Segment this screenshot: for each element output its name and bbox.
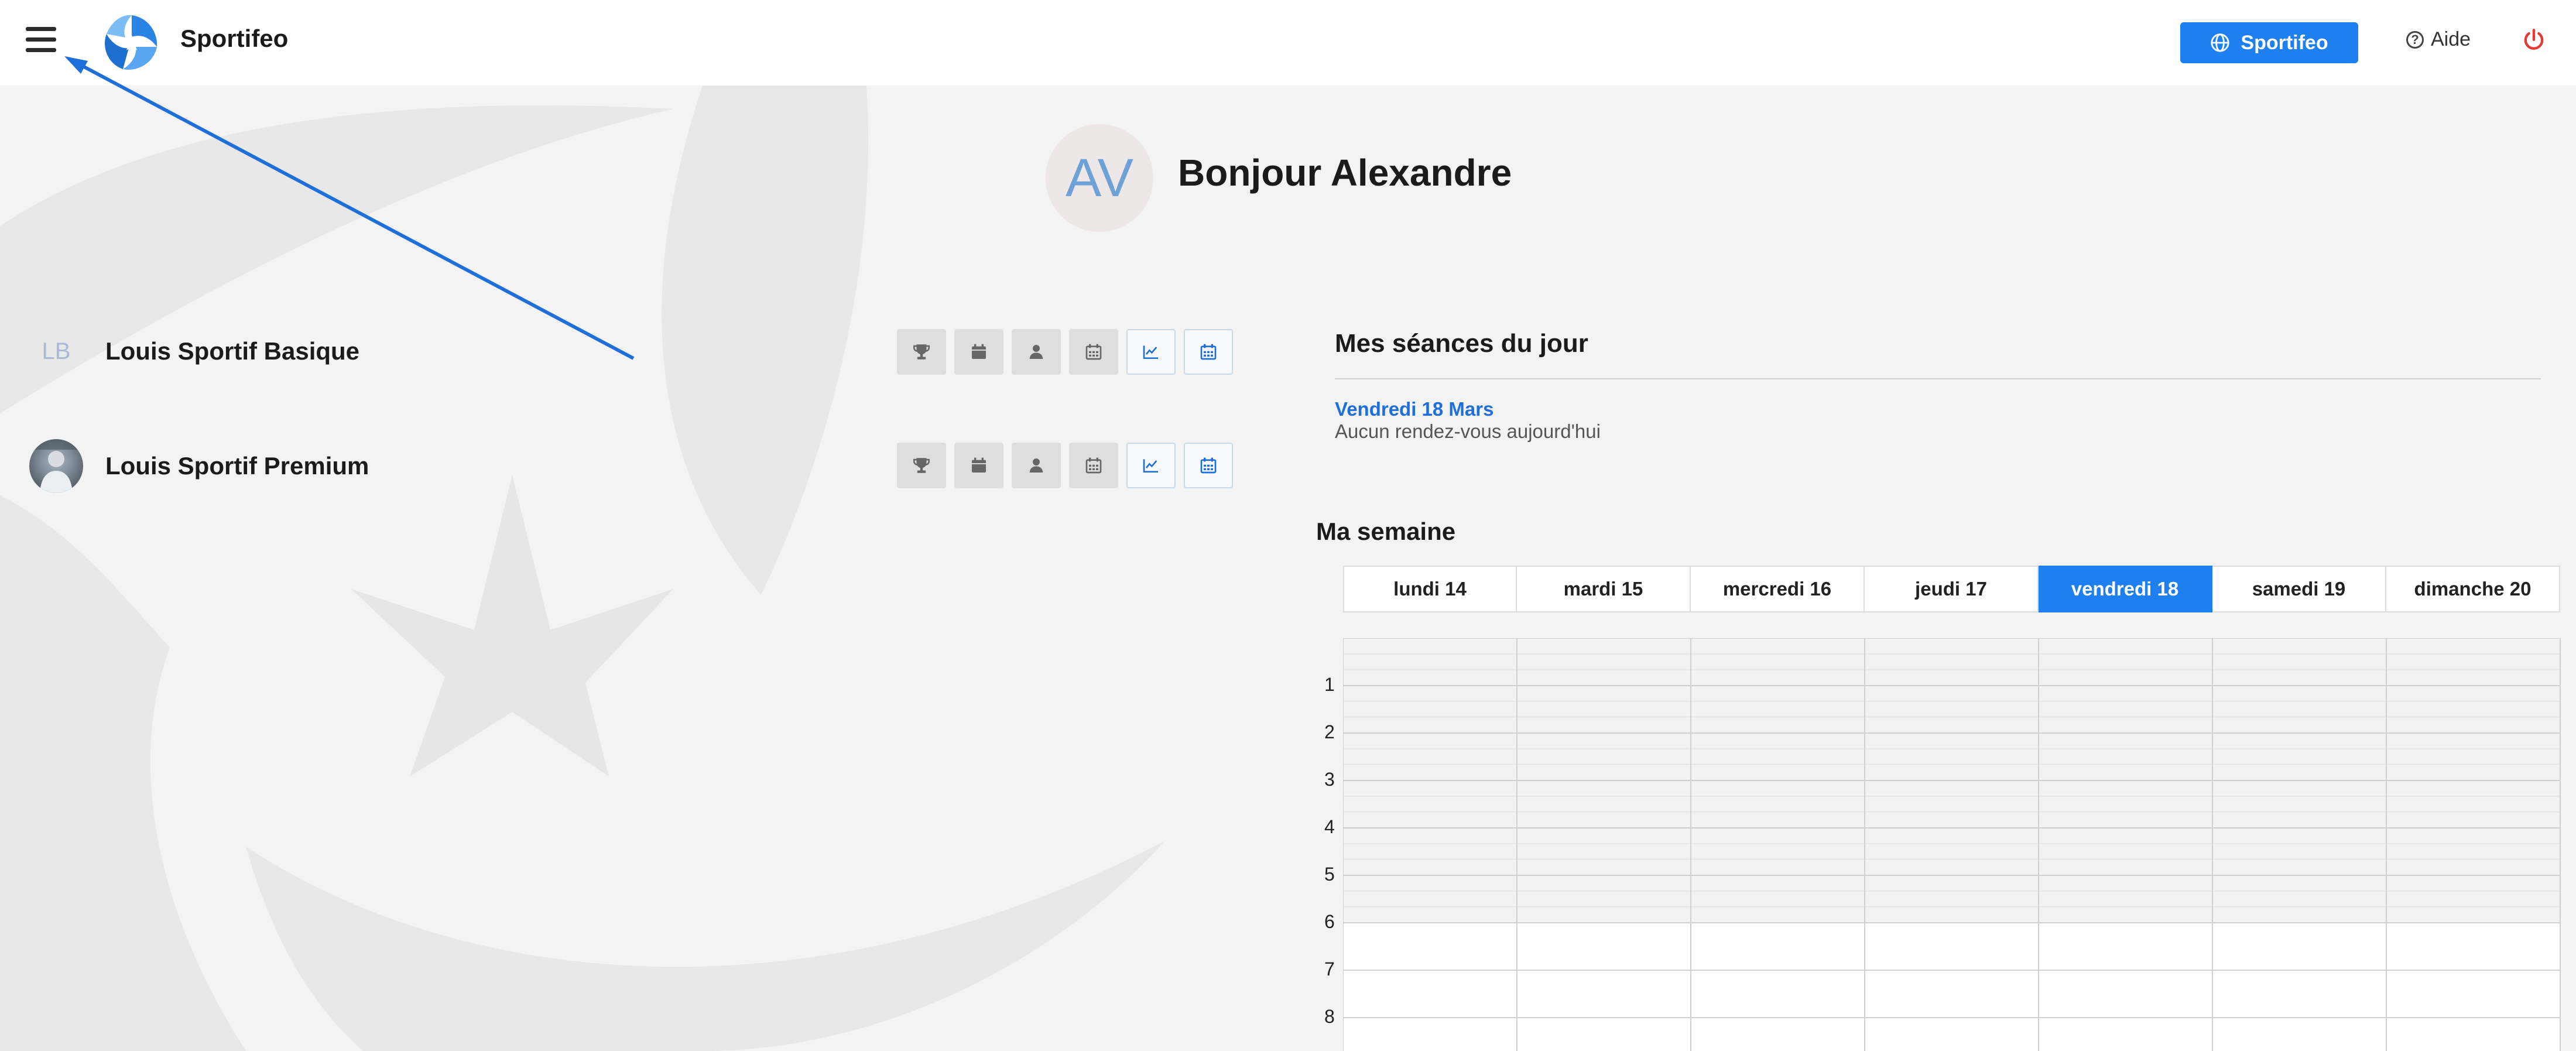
power-icon[interactable] [2522, 27, 2546, 53]
calendar-grid-icon [1085, 457, 1102, 474]
background-logo-decoration [0, 85, 1165, 1051]
stats-button[interactable] [1126, 329, 1176, 375]
athlete-actions [897, 443, 1233, 488]
calendar-grid-icon [1085, 344, 1102, 360]
chart-line-icon [1143, 345, 1158, 359]
calendar-blue-icon [1200, 457, 1217, 474]
week-day-headers: lundi 14 mardi 15 mercredi 16 jeudi 17 vendr… [1343, 566, 2560, 612]
calendar-grid-lines [1343, 638, 2561, 1051]
brand-name: Sportifeo [180, 25, 289, 52]
day-date-link[interactable]: Vendredi 18 Mars [1335, 398, 1493, 420]
profile-button[interactable] [1012, 443, 1061, 488]
trophy-icon [913, 458, 930, 473]
athlete-name[interactable]: Louis Sportif Basique [105, 337, 359, 365]
planning-button[interactable] [1184, 329, 1233, 375]
day-header-2[interactable]: mardi 15 [1517, 566, 1691, 612]
athlete-row: LB Louis Sportif Basique [29, 322, 1241, 381]
greeting-title: Bonjour Alexandre [1178, 152, 1512, 194]
calendar-button[interactable] [954, 329, 1003, 375]
hour-label: 4 [1324, 816, 1335, 837]
athlete-avatar[interactable]: LB [29, 324, 83, 378]
schedule-button[interactable] [1069, 443, 1118, 488]
menu-icon[interactable] [26, 27, 56, 53]
help-icon: ? [2406, 30, 2424, 49]
hour-label: 2 [1324, 721, 1335, 742]
day-header-7[interactable]: dimanche 20 [2386, 566, 2560, 612]
hour-label: 7 [1324, 958, 1335, 980]
sportifeo-button[interactable]: Sportifeo [2180, 22, 2358, 63]
trophy-button[interactable] [897, 443, 946, 488]
day-header-3[interactable]: mercredi 16 [1691, 566, 1865, 612]
chart-line-icon [1143, 459, 1158, 473]
globe-icon [2211, 33, 2229, 52]
day-header-4[interactable]: jeudi 17 [1865, 566, 2039, 612]
profile-button[interactable] [1012, 329, 1061, 375]
athlete-avatar-photo[interactable] [29, 439, 83, 493]
athlete-row: Louis Sportif Premium [29, 437, 1241, 495]
week-calendar-grid [1343, 638, 2561, 1051]
user-icon [1029, 345, 1043, 359]
sportifeo-logo-icon [102, 13, 161, 72]
athlete-avatar-initials: LB [42, 338, 71, 364]
stats-button[interactable] [1126, 443, 1176, 488]
trophy-button[interactable] [897, 329, 946, 375]
user-icon [1029, 458, 1043, 473]
calendar-icon [972, 457, 986, 473]
user-avatar: AV [1046, 124, 1153, 232]
planning-button[interactable] [1184, 443, 1233, 488]
hour-label: 3 [1324, 769, 1335, 790]
calendar-button[interactable] [954, 443, 1003, 488]
athlete-actions [897, 329, 1233, 375]
athlete-photo [29, 439, 83, 493]
week-title: Ma semaine [1316, 518, 1456, 545]
user-avatar-initials: AV [1066, 148, 1133, 208]
day-header-1[interactable]: lundi 14 [1343, 566, 1517, 612]
schedule-button[interactable] [1069, 329, 1118, 375]
hour-label: 5 [1324, 864, 1335, 885]
calendar-icon [972, 344, 986, 359]
day-sessions-title: Mes séances du jour [1335, 329, 1588, 358]
divider [1335, 378, 2541, 379]
hour-label: 6 [1324, 911, 1335, 932]
day-header-6[interactable]: samedi 19 [2212, 566, 2386, 612]
help-link[interactable]: ? Aide [2406, 28, 2471, 51]
help-label: Aide [2431, 28, 2471, 50]
trophy-icon [913, 344, 930, 360]
no-appointment-text: Aucun rendez-vous aujourd'hui [1335, 420, 1601, 442]
athlete-name[interactable]: Louis Sportif Premium [105, 452, 369, 480]
hour-label: 8 [1324, 1006, 1335, 1027]
top-navigation-bar: Sportifeo Sportifeo ? Aide [0, 0, 2576, 85]
sportifeo-button-label: Sportifeo [2241, 31, 2328, 54]
day-header-5[interactable]: vendredi 18 [2039, 566, 2212, 612]
calendar-blue-icon [1200, 344, 1217, 360]
hour-label: 1 [1324, 674, 1335, 695]
